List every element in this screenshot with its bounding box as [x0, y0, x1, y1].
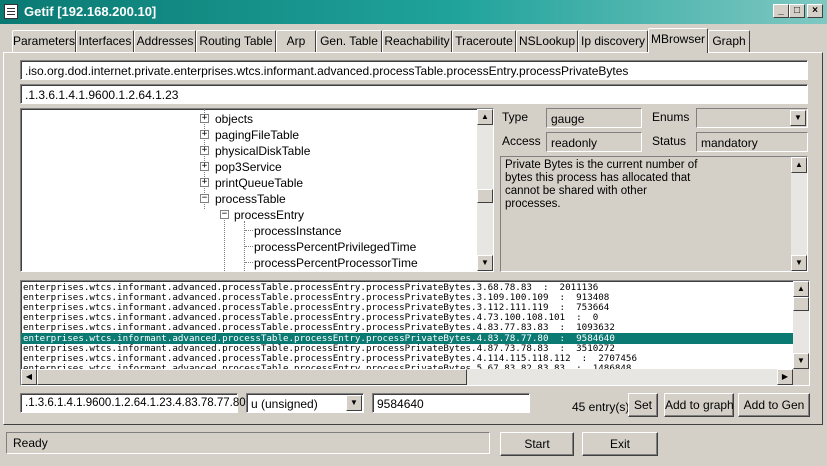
tree-node[interactable]: processPercentPrivilegedTime	[21, 239, 421, 255]
scroll-down-icon[interactable]: ▼	[477, 255, 493, 271]
enums-label: Enums	[652, 110, 690, 124]
results-list[interactable]: enterprises.wtcs.informant.advanced.proc…	[20, 280, 810, 386]
access-field: readonly	[546, 132, 642, 152]
results-hscrollbar[interactable]: ◀ ▶	[21, 369, 793, 385]
set-type-select[interactable]: u (unsigned) ▼	[246, 393, 364, 413]
tab-ip-discovery[interactable]: Ip discovery	[578, 30, 648, 52]
expand-icon[interactable]: +	[200, 114, 209, 123]
scroll-up-icon[interactable]: ▲	[477, 109, 493, 125]
collapse-icon[interactable]: −	[200, 194, 209, 203]
tree-node[interactable]: processInstance	[21, 223, 421, 239]
tab-gen-table[interactable]: Gen. Table	[316, 30, 382, 52]
type-field: gauge	[546, 108, 642, 128]
scroll-down-icon[interactable]: ▼	[793, 353, 809, 369]
tab-arp[interactable]: Arp	[276, 30, 316, 52]
tree-node[interactable]: + objects	[21, 111, 321, 127]
access-label: Access	[502, 134, 541, 148]
scroll-thumb[interactable]	[793, 297, 809, 311]
set-oid-input[interactable]: .1.3.6.1.4.1.9600.1.2.64.1.23.4.83.78.77…	[20, 393, 246, 413]
tree-node[interactable]: + printQueueTable	[21, 175, 321, 191]
description-text: Private Bytes is the current number of b…	[505, 159, 698, 210]
scroll-down-icon[interactable]: ▼	[791, 255, 807, 271]
type-label: Type	[502, 110, 529, 124]
scroll-thumb[interactable]	[37, 369, 467, 385]
enums-select[interactable]: ▼	[696, 108, 808, 128]
add-to-graph-button[interactable]: Add to graph	[664, 393, 734, 417]
chevron-down-icon[interactable]: ▼	[790, 110, 806, 126]
description-box[interactable]: Private Bytes is the current number of b…	[500, 156, 808, 272]
chevron-down-icon[interactable]: ▼	[346, 395, 362, 411]
set-value-input[interactable]: 9584640	[372, 393, 530, 413]
app-icon[interactable]	[4, 4, 18, 19]
status-field: mandatory	[696, 132, 808, 152]
status-label: Status	[652, 134, 687, 148]
collapse-icon[interactable]: −	[220, 210, 229, 219]
scroll-up-icon[interactable]: ▲	[793, 281, 809, 297]
oid-numeric-field[interactable]: .1.3.6.1.4.1.9600.1.2.64.1.23	[20, 84, 808, 104]
maximize-button[interactable]: □	[789, 4, 805, 18]
tree-node[interactable]: + pop3Service	[21, 159, 321, 175]
tab-nslookup[interactable]: NSLookup	[516, 30, 578, 52]
scroll-left-icon[interactable]: ◀	[21, 369, 37, 385]
tree-node[interactable]: + physicalDiskTable	[21, 143, 321, 159]
start-button[interactable]: Start	[500, 432, 574, 456]
tab-parameters[interactable]: Parameters	[12, 30, 76, 52]
tab-routing-table[interactable]: Routing Table	[196, 30, 276, 52]
tree-scrollbar[interactable]: ▲ ▼	[477, 109, 493, 271]
tree-node[interactable]: − processEntry	[21, 207, 341, 223]
tree-node[interactable]: − processTable	[21, 191, 321, 207]
expand-icon[interactable]: +	[200, 130, 209, 139]
expand-icon[interactable]: +	[200, 162, 209, 171]
tab-mbrowser[interactable]: MBrowser	[648, 28, 708, 53]
scroll-thumb[interactable]	[477, 189, 493, 203]
tab-interfaces[interactable]: Interfaces	[76, 30, 134, 52]
tab-addresses[interactable]: Addresses	[134, 30, 196, 52]
exit-button[interactable]: Exit	[582, 432, 658, 456]
results-vscrollbar[interactable]: ▲ ▼	[793, 281, 809, 369]
close-button[interactable]: ×	[807, 4, 823, 18]
entry-count: 45 entry(s)	[572, 400, 630, 414]
title-bar[interactable]: Getif [192.168.200.10] _ □ ×	[0, 0, 827, 24]
mib-tree[interactable]: + objects + pagingFileTable + physicalDi…	[20, 108, 494, 272]
description-scrollbar[interactable]: ▲ ▼	[791, 157, 807, 271]
minimize-button[interactable]: _	[773, 4, 789, 18]
tab-reachability[interactable]: Reachability	[382, 30, 452, 52]
expand-icon[interactable]: +	[200, 178, 209, 187]
tab-traceroute[interactable]: Traceroute	[452, 30, 516, 52]
scroll-up-icon[interactable]: ▲	[791, 157, 807, 173]
add-to-gen-button[interactable]: Add to Gen	[738, 393, 810, 417]
oid-name-field[interactable]: .iso.org.dod.internet.private.enterprise…	[20, 60, 808, 80]
tree-node[interactable]: processPercentProcessorTime	[21, 255, 421, 271]
tab-graph[interactable]: Graph	[708, 30, 750, 52]
window-title: Getif [192.168.200.10]	[24, 4, 157, 19]
expand-icon[interactable]: +	[200, 146, 209, 155]
scroll-right-icon[interactable]: ▶	[777, 369, 793, 385]
set-button[interactable]: Set	[628, 393, 658, 417]
tree-node[interactable]: + pagingFileTable	[21, 127, 321, 143]
status-bar: Ready	[6, 432, 490, 454]
